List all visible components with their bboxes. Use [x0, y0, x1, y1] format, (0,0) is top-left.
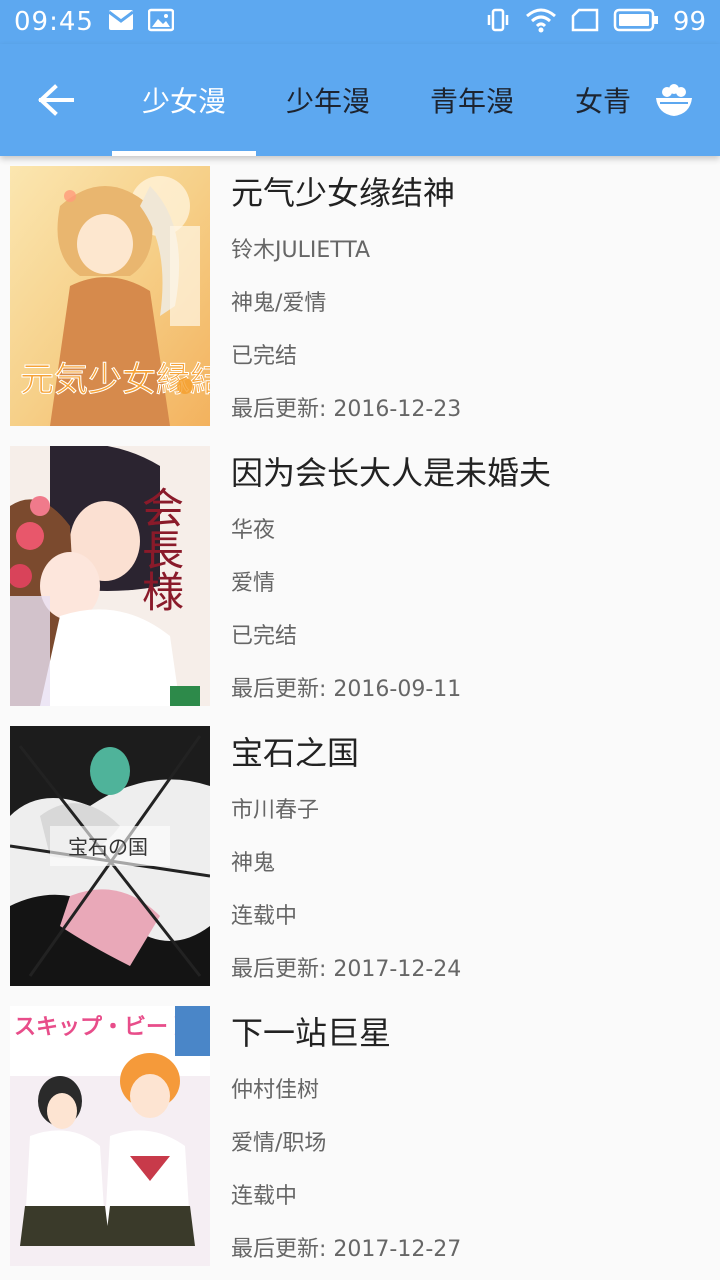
- tab-seinen[interactable]: 青年漫: [400, 44, 544, 156]
- comic-updated: 最后更新: 2016-12-23: [231, 397, 462, 422]
- comic-genre: 神鬼/爱情: [231, 291, 327, 316]
- battery-icon: [613, 8, 659, 36]
- cover-text: 宝石の国: [68, 835, 148, 859]
- arrow-left-icon: [38, 84, 74, 116]
- comic-cover: スキップ・ビート!: [10, 1006, 210, 1266]
- sim-card-icon: [571, 8, 599, 36]
- comic-cover: 元気少女縁結神: [10, 166, 210, 426]
- list-item[interactable]: 会長様 因为会长大人是未婚夫 华夜 爱情 已完结 最后更新: 2016-09-1…: [0, 436, 720, 716]
- back-button[interactable]: [32, 76, 80, 124]
- comic-title: 因为会长大人是未婚夫: [231, 454, 552, 492]
- comic-cover: 会長様: [10, 446, 210, 706]
- comic-status: 已完结: [231, 624, 298, 649]
- cover-text: スキップ・ビート!: [14, 1015, 200, 1040]
- status-bar: 09:45 99: [0, 0, 720, 44]
- list-item[interactable]: スキップ・ビート! 下一站巨星 仲村佳树 爱情/职场 连载中 最后更新: 201…: [0, 996, 720, 1276]
- top-toolbar: 少女漫 少年漫 青年漫 女青: [0, 44, 720, 156]
- comic-genre: 爱情: [231, 571, 276, 596]
- comic-author: 华夜: [231, 518, 276, 543]
- cover-text: 会長様: [136, 486, 185, 612]
- comic-status: 连载中: [231, 904, 298, 929]
- tab-josei[interactable]: 女青: [544, 44, 642, 156]
- comic-title: 下一站巨星: [231, 1014, 392, 1052]
- comic-title: 元气少女缘结神: [231, 174, 456, 212]
- bowl-icon[interactable]: [654, 80, 694, 120]
- list-item[interactable]: 元気少女縁結神 元气少女缘结神 铃木JULIETTA 神鬼/爱情 已完结 最后更…: [0, 156, 720, 436]
- comic-status: 连载中: [231, 1184, 298, 1209]
- comic-status: 已完结: [231, 344, 298, 369]
- comic-updated: 最后更新: 2017-12-24: [231, 957, 462, 982]
- comic-author: 铃木JULIETTA: [231, 238, 371, 263]
- tab-shounen[interactable]: 少年漫: [256, 44, 400, 156]
- comic-updated: 最后更新: 2016-09-11: [231, 677, 462, 702]
- vibrate-icon: [485, 7, 511, 37]
- category-tabs: 少女漫 少年漫 青年漫 女青: [112, 44, 642, 156]
- battery-level: 99: [672, 7, 706, 37]
- comic-genre: 爱情/职场: [231, 1131, 327, 1156]
- tab-shoujo[interactable]: 少女漫: [112, 44, 256, 156]
- comic-title: 宝石之国: [231, 734, 360, 772]
- mail-notification-icon: [108, 8, 134, 36]
- comic-cover: 宝石の国: [10, 726, 210, 986]
- list-item[interactable]: 宝石の国 宝石之国 市川春子 神鬼 连载中 最后更新: 2017-12-24: [0, 716, 720, 996]
- comic-updated: 最后更新: 2017-12-27: [231, 1237, 462, 1262]
- comic-author: 仲村佳树: [231, 1078, 320, 1103]
- wifi-icon: [525, 7, 557, 37]
- comic-author: 市川春子: [231, 798, 320, 823]
- comic-genre: 神鬼: [231, 851, 276, 876]
- image-notification-icon: [147, 8, 175, 36]
- status-time: 09:45: [14, 7, 94, 37]
